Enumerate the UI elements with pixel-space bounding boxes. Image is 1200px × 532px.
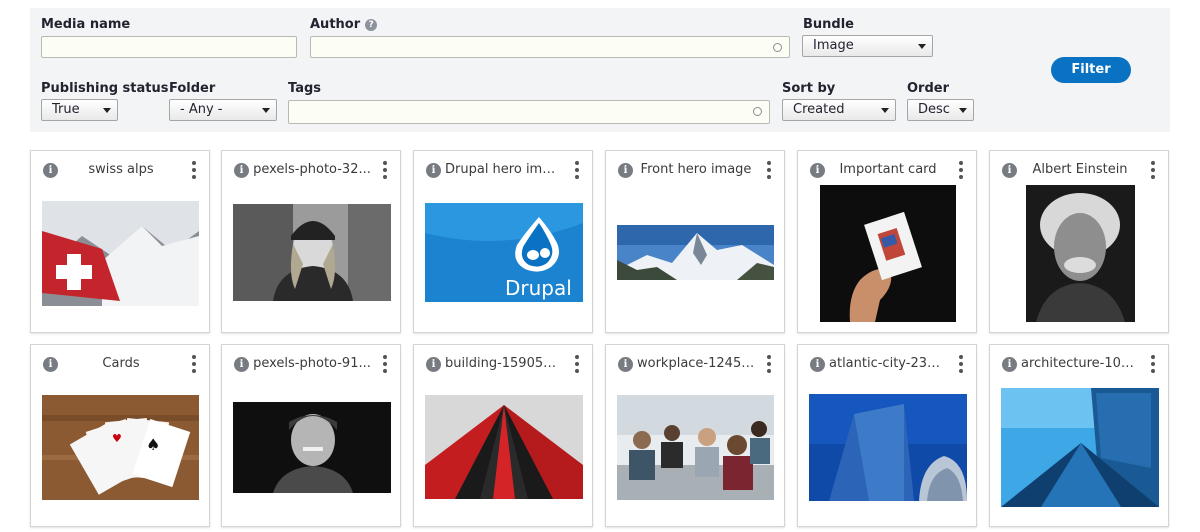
media-title: Front hero image <box>640 162 752 177</box>
media-card[interactable]: i workplace-12457... <box>605 344 785 527</box>
info-icon[interactable]: i <box>43 163 58 178</box>
bundle-select-value: Image <box>813 38 854 53</box>
media-card[interactable]: i swiss alps <box>30 150 210 333</box>
svg-text:♥: ♥ <box>112 432 122 445</box>
svg-text:Drupal: Drupal <box>505 276 572 300</box>
sort-by-select[interactable]: Created <box>782 99 896 121</box>
kebab-menu-icon[interactable] <box>383 355 387 373</box>
media-title: architecture-104... <box>1021 356 1139 371</box>
media-card[interactable]: i architecture-104... <box>989 344 1169 527</box>
info-icon[interactable]: i <box>234 357 249 372</box>
media-card[interactable]: i Drupal hero image Drupal <box>413 150 593 333</box>
info-icon[interactable]: i <box>810 357 825 372</box>
sort-by-value: Created <box>793 102 845 117</box>
kebab-menu-icon[interactable] <box>767 355 771 373</box>
kebab-menu-icon[interactable] <box>1151 355 1155 373</box>
info-icon[interactable]: i <box>426 357 441 372</box>
tags-input[interactable] <box>288 100 770 124</box>
media-title: pexels-photo-91... <box>253 356 371 371</box>
order-value: Desc <box>918 102 950 117</box>
media-thumbnail-glass-building-sky <box>1001 388 1159 507</box>
folder-select-value: - Any - <box>180 102 223 117</box>
media-title: Important card <box>839 162 937 177</box>
bundle-select[interactable]: Image <box>802 35 933 57</box>
author-input[interactable] <box>310 36 790 58</box>
media-title: swiss alps <box>88 162 154 177</box>
bundle-label: Bundle <box>803 17 854 32</box>
media-card[interactable]: i pexels-photo-91... <box>221 344 401 527</box>
media-thumbnail-blue-glass-tower <box>809 394 967 501</box>
media-thumbnail-red-black-building <box>425 395 583 499</box>
media-thumbnail-matterhorn-panorama <box>617 225 774 280</box>
media-thumbnail-hand-holding-joker-card <box>820 185 956 322</box>
media-name-input[interactable] <box>41 36 297 58</box>
media-thumbnail-swiss-flag-mountains <box>42 201 199 306</box>
media-card[interactable]: i Front hero image <box>605 150 785 333</box>
kebab-menu-icon[interactable] <box>1151 161 1155 179</box>
info-icon[interactable]: i <box>43 357 58 372</box>
kebab-menu-icon[interactable] <box>575 355 579 373</box>
kebab-menu-icon[interactable] <box>959 161 963 179</box>
caret-down-icon <box>103 108 111 113</box>
caret-down-icon <box>262 108 270 113</box>
caret-down-icon <box>918 44 926 49</box>
folder-label: Folder <box>169 81 216 96</box>
media-card[interactable]: i atlantic-city-234... <box>797 344 977 527</box>
media-title: atlantic-city-234... <box>829 356 947 371</box>
info-icon[interactable]: i <box>810 163 825 178</box>
info-icon[interactable]: i <box>618 357 633 372</box>
media-title: building-159059... <box>445 356 563 371</box>
svg-text:♠: ♠ <box>146 435 160 454</box>
filter-button[interactable]: Filter <box>1051 57 1131 83</box>
author-label: Author? <box>310 17 378 32</box>
tags-label: Tags <box>288 81 322 96</box>
kebab-menu-icon[interactable] <box>575 161 579 179</box>
media-title: Cards <box>102 356 140 371</box>
media-thumbnail-woman-beanie-snow-bw <box>233 204 391 301</box>
media-thumbnail-einstein-portrait-bw <box>1026 185 1135 322</box>
info-icon[interactable]: i <box>426 163 441 178</box>
media-card[interactable]: i Important card <box>797 150 977 333</box>
order-select[interactable]: Desc <box>907 99 974 121</box>
media-thumbnail-smiling-man-bw <box>233 402 391 493</box>
media-card[interactable]: i pexels-photo-32... <box>221 150 401 333</box>
media-card[interactable]: i Albert Einstein <box>989 150 1169 333</box>
publishing-status-label: Publishing status <box>41 81 169 96</box>
media-title: Drupal hero image <box>445 162 563 177</box>
kebab-menu-icon[interactable] <box>383 161 387 179</box>
media-thumbnail-playing-cards-on-wood: ♠ ♥ <box>42 395 199 500</box>
info-icon[interactable]: i <box>1002 357 1017 372</box>
media-title: pexels-photo-32... <box>253 162 371 177</box>
media-card[interactable]: i Cards ♠ ♥ <box>30 344 210 527</box>
caret-down-icon <box>959 108 967 113</box>
info-icon[interactable]: i <box>618 163 633 178</box>
exposed-filters-form: Media name Author? Bundle Image Publishi… <box>30 8 1170 132</box>
media-thumbnail-drupal-logo-blue: Drupal <box>425 203 583 302</box>
sort-by-label: Sort by <box>782 81 836 96</box>
media-title: Albert Einstein <box>1032 162 1128 177</box>
media-name-label: Media name <box>41 17 131 32</box>
kebab-menu-icon[interactable] <box>767 161 771 179</box>
info-icon[interactable]: i <box>1002 163 1017 178</box>
media-card[interactable]: i building-159059... <box>413 344 593 527</box>
info-icon[interactable]: i <box>234 163 249 178</box>
kebab-menu-icon[interactable] <box>192 355 196 373</box>
publishing-status-select[interactable]: True <box>41 99 118 121</box>
kebab-menu-icon[interactable] <box>959 355 963 373</box>
help-icon[interactable]: ? <box>365 19 378 31</box>
folder-select[interactable]: - Any - <box>169 99 277 121</box>
media-thumbnail-office-meeting <box>617 395 774 500</box>
media-title: workplace-12457... <box>637 356 755 371</box>
order-label: Order <box>907 81 949 96</box>
publishing-status-value: True <box>52 102 80 117</box>
caret-down-icon <box>881 108 889 113</box>
kebab-menu-icon[interactable] <box>192 161 196 179</box>
